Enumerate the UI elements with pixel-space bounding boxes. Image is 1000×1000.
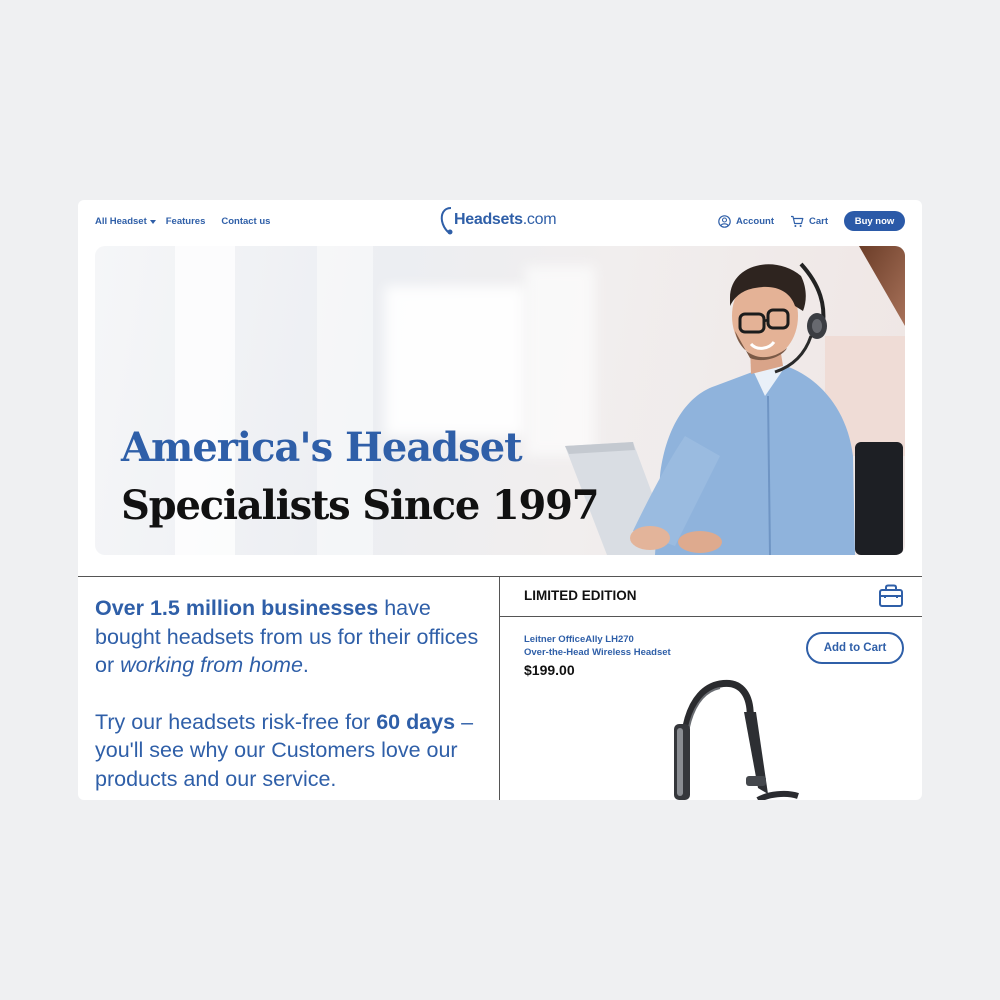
hero-title-line-2: Specialists Since 1997	[121, 482, 600, 529]
cart-link[interactable]: Cart	[790, 215, 828, 228]
promo-paragraph-1: Over 1.5 million businesses have bought …	[95, 596, 479, 677]
caret-down-icon	[149, 219, 156, 224]
page-card: All Headset Features Contact us Headsets…	[78, 200, 922, 800]
hero-background-window	[385, 286, 525, 436]
account-link[interactable]: Account	[718, 214, 774, 228]
product-name[interactable]: Leitner OfficeAlly LH270 Over-the-Head W…	[524, 633, 671, 659]
limited-edition-heading: LIMITED EDITION	[524, 588, 637, 603]
site-logo[interactable]: Headsets.com	[440, 205, 557, 235]
section-divider	[78, 576, 922, 577]
product-name-line-1: Leitner OfficeAlly LH270	[524, 634, 634, 645]
nav-all-headset[interactable]: All Headset	[95, 216, 156, 227]
shopping-cart-icon	[790, 215, 804, 227]
add-to-cart-button[interactable]: Add to Cart	[806, 632, 904, 664]
product-name-line-2: Over-the-Head Wireless Headset	[524, 647, 671, 658]
promo-text: Over 1.5 million businesses have bought …	[95, 594, 487, 800]
product-headset-image[interactable]	[668, 676, 808, 800]
product-header-divider	[499, 616, 922, 617]
product-price: $199.00	[524, 662, 575, 678]
promo-paragraph-2: Try our headsets risk-free for 60 days –…	[95, 709, 474, 791]
headset-logo-icon	[440, 207, 453, 235]
nav-links: All Headset Features Contact us	[95, 216, 270, 227]
account-label: Account	[735, 215, 774, 227]
nav-actions: Account Cart Buy now	[718, 211, 905, 231]
column-divider	[499, 576, 500, 800]
cart-label: Cart	[808, 215, 828, 227]
nav-contact-us[interactable]: Contact us	[221, 216, 270, 227]
hero-title-line-1: America's Headset	[121, 424, 523, 471]
nav-features[interactable]: Features	[166, 216, 206, 227]
shopping-bag-icon[interactable]	[878, 584, 904, 608]
user-circle-icon	[718, 214, 731, 228]
buy-now-button[interactable]: Buy now	[844, 211, 905, 231]
top-navigation: All Headset Features Contact us Headsets…	[78, 200, 922, 246]
hero-banner: America's Headset Specialists Since 1997	[95, 246, 905, 555]
logo-text: Headsets.com	[454, 211, 557, 228]
nav-all-headset-label: All Headset	[95, 216, 147, 227]
